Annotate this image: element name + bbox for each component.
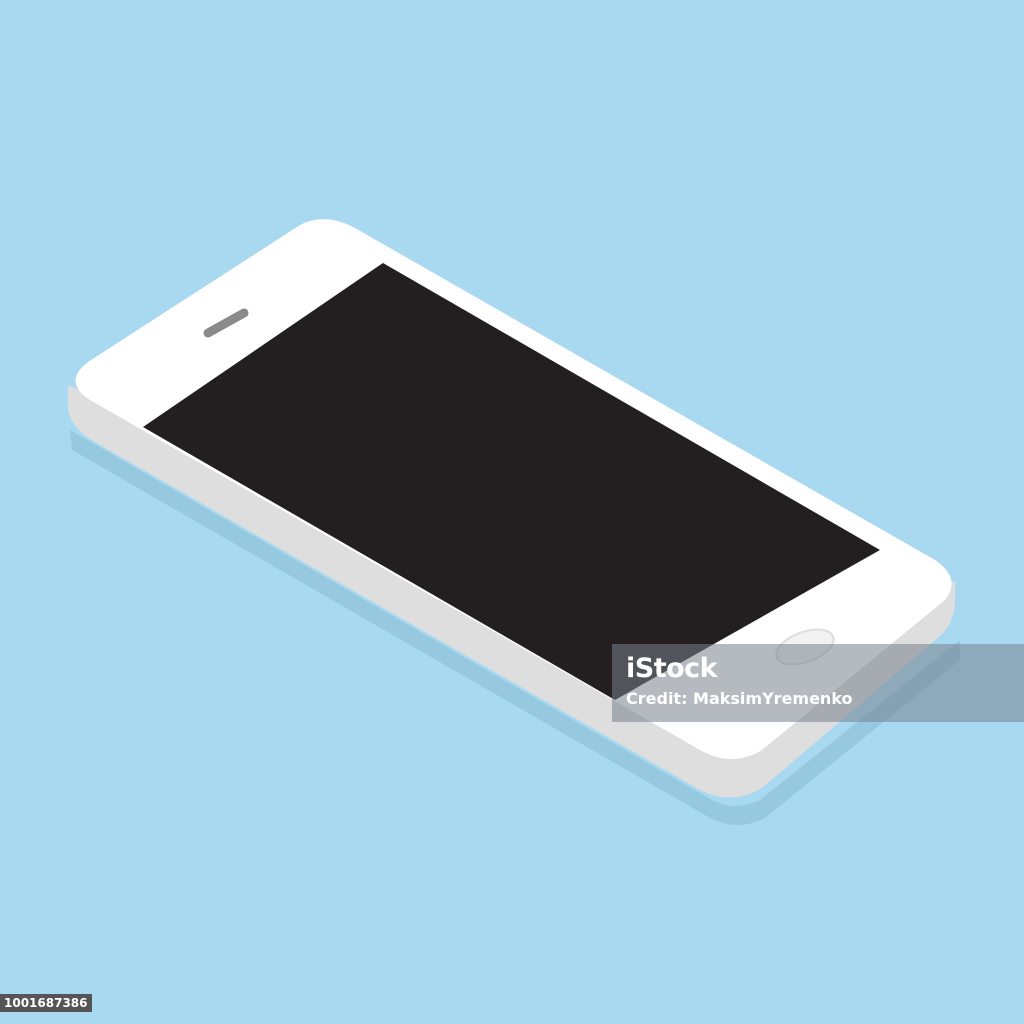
smartphone-illustration <box>68 219 960 825</box>
watermark-credit: Credit: MaksimYremenko <box>626 689 853 708</box>
watermark-brand: iStock <box>626 653 718 684</box>
watermark-banner: iStock Credit: MaksimYremenko <box>612 644 1024 722</box>
stock-image-id: 1001687386 <box>0 994 92 1012</box>
illustration-canvas: iStock Credit: MaksimYremenko 1001687386 <box>0 0 1024 1024</box>
